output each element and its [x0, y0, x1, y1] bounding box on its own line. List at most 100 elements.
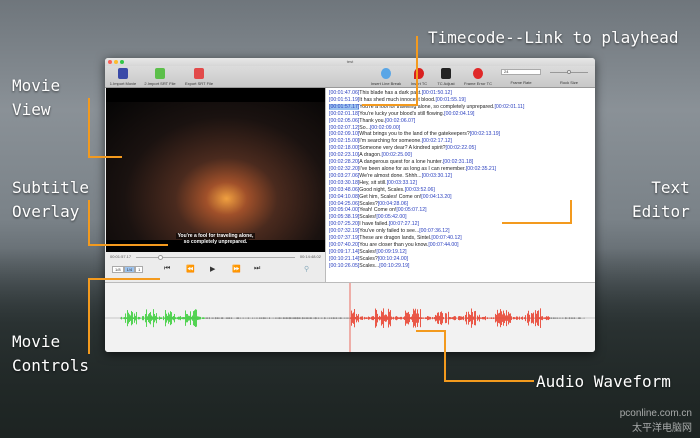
subtitle-entry[interactable]: [00:10:21.14]Scales?[00:10:24.00]: [329, 256, 592, 263]
end-timecode[interactable]: [00:02:22.05]: [446, 145, 476, 151]
end-timecode[interactable]: [00:02:25.00]: [382, 152, 412, 158]
start-timecode[interactable]: [00:05:04.00]: [329, 207, 359, 213]
zoom-magnifier-icon[interactable]: ⚲: [304, 265, 309, 273]
frame-error-tc-button[interactable]: Frame Error TC: [461, 68, 495, 86]
end-timecode[interactable]: [00:02:06.07]: [385, 118, 415, 124]
insert-line-break-button[interactable]: Insert Line Break: [367, 68, 405, 86]
subtitle-entry[interactable]: [00:03:48.06]Good night, Scales.[00:03:5…: [329, 187, 592, 194]
start-timecode[interactable]: [00:02:18.00]: [329, 145, 359, 151]
subtitle-entry[interactable]: [00:07:32.19]You've only failed to see..…: [329, 228, 592, 235]
playhead-knob[interactable]: [158, 255, 164, 260]
end-timecode[interactable]: [00:02:01.11]: [494, 104, 524, 110]
end-timecode[interactable]: [00:02:35.21]: [466, 166, 496, 172]
subtitle-entry[interactable]: [00:02:23.10]A dragon.[00:02:25.00]: [329, 152, 592, 159]
start-timecode[interactable]: [00:01:47.06]: [329, 90, 359, 96]
text-editor[interactable]: [00:01:47.06]This blade has a dark past.…: [325, 88, 595, 282]
skip-back-icon[interactable]: ⏮: [164, 265, 170, 273]
tc-adjust-button[interactable]: TC Adjust: [433, 68, 459, 86]
subtitle-entry[interactable]: [00:03:30.18]Hey, sit still.[00:03:33.12…: [329, 180, 592, 187]
insert-tc-button[interactable]: Insert TC: [407, 68, 431, 86]
end-timecode[interactable]: [00:04:28.06]: [378, 201, 408, 207]
subtitle-entry[interactable]: [00:01:47.06]This blade has a dark past.…: [329, 90, 592, 97]
rewind-icon[interactable]: ⏪: [186, 265, 195, 273]
end-timecode[interactable]: [00:03:33.12]: [387, 180, 417, 186]
subtitle-entry[interactable]: [00:02:28.20]A dangerous quest for a lon…: [329, 159, 592, 166]
start-timecode[interactable]: [00:02:28.20]: [329, 159, 359, 165]
skip-forward-icon[interactable]: ⏭: [254, 265, 260, 273]
start-timecode[interactable]: [00:02:01.18]: [329, 111, 359, 117]
end-timecode[interactable]: [00:04:13.20]: [421, 194, 451, 200]
subtitle-entry[interactable]: [00:05:38.19]Scales![00:05:42.00]: [329, 214, 592, 221]
start-timecode[interactable]: [00:02:05.06]: [329, 118, 359, 124]
import-srt-button[interactable]: 2.Import SRT File: [142, 68, 178, 86]
start-timecode[interactable]: [00:02:07.12]: [329, 125, 359, 131]
end-timecode[interactable]: [00:09:19.12]: [376, 249, 406, 255]
rate-option[interactable]: 1/8: [112, 266, 124, 273]
subtitle-entry[interactable]: [00:10:26.05]Scales...[00:10:29.19]: [329, 263, 592, 270]
start-timecode[interactable]: [00:03:30.18]: [329, 180, 359, 186]
zoom-slider[interactable]: [550, 70, 588, 74]
waveform-sample: [294, 317, 295, 319]
end-timecode[interactable]: [00:05:42.00]: [376, 214, 406, 220]
subtitle-entry[interactable]: [00:02:18.00]Someone very dear? A kindre…: [329, 145, 592, 152]
start-timecode[interactable]: [00:07:40.20]: [329, 242, 359, 248]
end-timecode[interactable]: [00:03:52.06]: [405, 187, 435, 193]
start-timecode[interactable]: [00:02:32.20]: [329, 166, 359, 172]
end-timecode[interactable]: [00:02:09.00]: [370, 125, 400, 131]
start-timecode[interactable]: [00:07:32.19]: [329, 228, 359, 234]
waveform-sample: [421, 317, 422, 319]
subtitle-entry[interactable]: [00:02:07.12]So...[00:02:09.00]: [329, 125, 592, 132]
import-movie-button[interactable]: 1.Import Movie: [105, 68, 141, 86]
start-timecode[interactable]: [00:09:17.14]: [329, 249, 359, 255]
start-timecode[interactable]: [00:10:21.14]: [329, 256, 359, 262]
end-timecode[interactable]: [00:01:55.19]: [435, 97, 465, 103]
end-timecode[interactable]: [00:03:30.12]: [422, 173, 452, 179]
rate-option[interactable]: 1/4: [123, 266, 136, 273]
subtitle-entry[interactable]: [00:01:51.19]It has shed much innocent b…: [329, 97, 592, 104]
frame-rate-input[interactable]: 24: [501, 69, 541, 75]
subtitle-entry[interactable]: [00:02:32.20]I've been alone for as long…: [329, 166, 592, 173]
subtitle-entry[interactable]: [00:07:40.20]You are closer than you kno…: [329, 242, 592, 249]
end-timecode[interactable]: [00:05:07.12]: [396, 207, 426, 213]
export-srt-button[interactable]: Export SRT File: [181, 68, 217, 86]
end-timecode[interactable]: [00:02:04.19]: [444, 111, 474, 117]
playhead-slider[interactable]: [136, 255, 295, 260]
play-icon[interactable]: ▶: [210, 265, 215, 273]
subtitle-entry[interactable]: [00:02:05.06]Thank you.[00:02:06.07]: [329, 118, 592, 125]
audio-waveform[interactable]: [105, 282, 595, 352]
start-timecode[interactable]: [00:02:15.00]: [329, 138, 359, 144]
end-timecode[interactable]: [00:07:27.12]: [389, 221, 419, 227]
subtitle-entry[interactable]: [00:04:10.08]Get him, Scales! Come on![0…: [329, 194, 592, 201]
start-timecode[interactable]: [00:04:10.08]: [329, 194, 359, 200]
end-timecode[interactable]: [00:07:44.00]: [428, 242, 458, 248]
subtitle-entry[interactable]: [00:02:09.10]What brings you to the land…: [329, 131, 592, 138]
start-timecode[interactable]: [00:07:37.19]: [329, 235, 359, 241]
fast-forward-icon[interactable]: ⏩: [232, 265, 241, 273]
start-timecode[interactable]: [00:03:48.06]: [329, 187, 359, 193]
end-timecode[interactable]: [00:07:40.12]: [431, 235, 461, 241]
start-timecode[interactable]: [00:02:23.10]: [329, 152, 359, 158]
start-timecode[interactable]: [00:01:57.17]: [329, 103, 360, 110]
rate-option[interactable]: 1: [135, 266, 144, 273]
subtitle-entry[interactable]: [00:02:01.18]You're lucky your blood's s…: [329, 111, 592, 118]
subtitle-entry[interactable]: [00:03:27.06]We're almost done. Shhh...[…: [329, 173, 592, 180]
start-timecode[interactable]: [00:02:09.10]: [329, 131, 359, 137]
end-timecode[interactable]: [00:01:50.12]: [422, 90, 452, 96]
start-timecode[interactable]: [00:07:25.20]: [329, 221, 359, 227]
start-timecode[interactable]: [00:05:38.19]: [329, 214, 359, 220]
end-timecode[interactable]: [00:02:13.19]: [470, 131, 500, 137]
subtitle-entry[interactable]: [00:05:04.00]Yeah! Come on![00:05:07.12]: [329, 207, 592, 214]
subtitle-entry[interactable]: [00:07:37.19]These are dragon lands, Sin…: [329, 235, 592, 242]
subtitle-entry[interactable]: [00:09:17.14]Scales![00:09:19.12]: [329, 249, 592, 256]
start-timecode[interactable]: [00:01:51.19]: [329, 97, 359, 103]
start-timecode[interactable]: [00:04:25.06]: [329, 201, 359, 207]
subtitle-entry[interactable]: [00:04:25.06]Scales?[00:04:28.06]: [329, 201, 592, 208]
subtitle-entry[interactable]: [00:02:15.00]I'm searching for someone.[…: [329, 138, 592, 145]
end-timecode[interactable]: [00:10:29.19]: [379, 263, 409, 269]
end-timecode[interactable]: [00:02:31.18]: [443, 159, 473, 165]
end-timecode[interactable]: [00:02:17.12]: [422, 138, 452, 144]
start-timecode[interactable]: [00:10:26.05]: [329, 263, 359, 269]
end-timecode[interactable]: [00:10:24.00]: [378, 256, 408, 262]
end-timecode[interactable]: [00:07:36.12]: [419, 228, 449, 234]
start-timecode[interactable]: [00:03:27.06]: [329, 173, 359, 179]
